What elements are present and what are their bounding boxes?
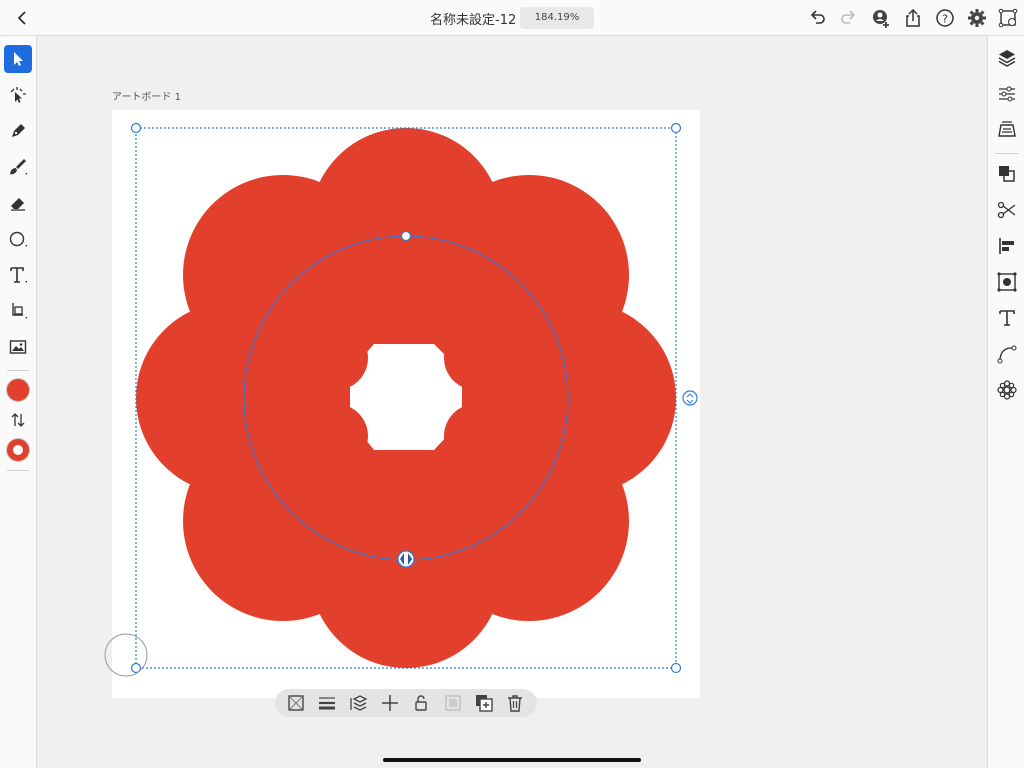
home-indicator bbox=[383, 758, 641, 762]
lock-icon[interactable] bbox=[411, 693, 431, 713]
split-handle-icon[interactable] bbox=[397, 550, 415, 568]
arrange-icon[interactable] bbox=[348, 693, 368, 713]
delete-trash-icon[interactable] bbox=[505, 693, 525, 713]
flower-shape[interactable] bbox=[136, 128, 676, 668]
transparency-icon[interactable] bbox=[286, 693, 306, 713]
path-anchor-handle[interactable] bbox=[400, 230, 412, 242]
canvas-layer bbox=[104, 122, 698, 677]
group-icon[interactable] bbox=[443, 693, 463, 713]
stroke-weight-icon[interactable] bbox=[317, 693, 337, 713]
corner-radius-control-icon[interactable] bbox=[682, 390, 698, 406]
context-action-bar bbox=[275, 689, 537, 717]
move-icon[interactable] bbox=[380, 693, 400, 713]
touch-indicator bbox=[104, 633, 148, 677]
duplicate-icon[interactable] bbox=[474, 693, 494, 713]
